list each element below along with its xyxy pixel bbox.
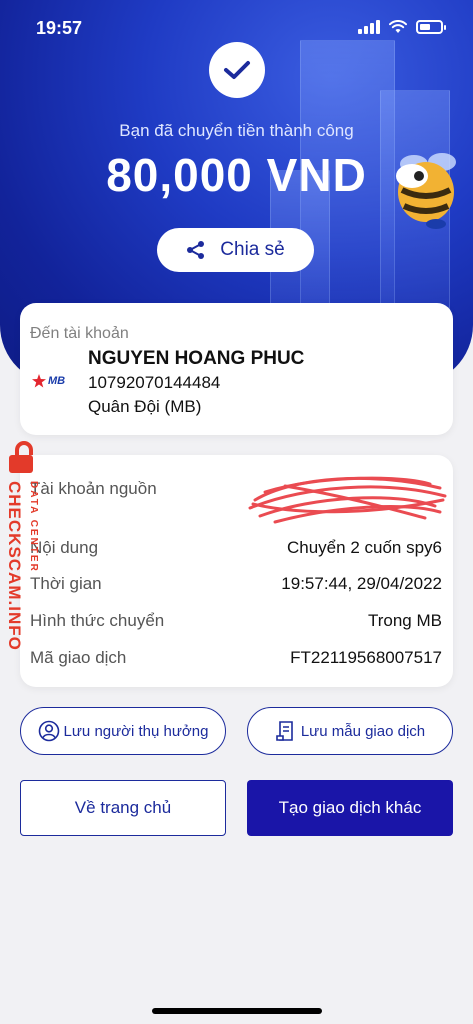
bee-mascot-icon — [396, 153, 456, 229]
recipient-name: NGUYEN HOANG PHUC — [88, 348, 305, 369]
save-beneficiary-label: Lưu người thụ hưởng — [63, 722, 209, 740]
go-home-button[interactable]: Về trang chủ — [20, 780, 226, 836]
battery-icon — [416, 20, 446, 34]
cellular-signal-icon — [358, 20, 380, 34]
detail-row-transfer-type: Hình thức chuyển Trong MB — [30, 611, 442, 631]
detail-row-time: Thời gian 19:57:44, 29/04/2022 — [30, 574, 442, 594]
wifi-icon — [389, 20, 407, 33]
save-beneficiary-button[interactable]: Lưu người thụ hưởng — [20, 707, 226, 755]
redaction-scribble — [248, 476, 447, 524]
save-template-button[interactable]: Lưu mẫu giao dịch — [247, 707, 453, 755]
watermark-main-text: CHECKSCAM.INFO — [5, 481, 24, 651]
user-icon — [38, 720, 59, 742]
recipient-caption: Đến tài khoản — [30, 325, 129, 342]
success-check-icon — [209, 42, 265, 98]
detail-value: FT22119568007517 — [290, 648, 442, 667]
status-icons — [358, 20, 446, 34]
recipient-account-number: 10792070144484 — [88, 373, 221, 392]
detail-value: 19:57:44, 29/04/2022 — [281, 574, 442, 593]
status-time: 19:57 — [36, 18, 83, 38]
checkscam-watermark: CHECKSCAM.INFO DATA CENTER — [0, 437, 52, 667]
mb-star-icon — [32, 374, 46, 388]
document-icon — [276, 721, 293, 741]
detail-value: Chuyển 2 cuốn spy6 — [287, 538, 442, 557]
new-transaction-button[interactable]: Tạo giao dịch khác — [247, 780, 453, 836]
share-label: Chia sẻ — [220, 239, 285, 260]
recipient-card: Đến tài khoản MB NGUYEN HOANG PHUC 10792… — [20, 303, 453, 435]
mb-bank-logo: MB — [32, 374, 65, 388]
save-template-label: Lưu mẫu giao dịch — [300, 722, 426, 740]
share-icon — [187, 241, 205, 259]
detail-row-transaction-id: Mã giao dịch FT22119568007517 — [30, 648, 442, 668]
detail-row-content: Nội dung Chuyển 2 cuốn spy6 — [30, 538, 442, 558]
detail-value: Trong MB — [367, 611, 442, 630]
share-button[interactable]: Chia sẻ — [157, 228, 314, 272]
lock-icon — [9, 441, 33, 473]
mb-logo-text: MB — [48, 375, 66, 387]
home-indicator[interactable] — [152, 1008, 322, 1014]
recipient-bank-name: Quân Đội (MB) — [88, 397, 202, 416]
success-message: Bạn đã chuyển tiền thành công — [119, 121, 354, 140]
watermark-sub-text: DATA CENTER — [28, 481, 39, 573]
